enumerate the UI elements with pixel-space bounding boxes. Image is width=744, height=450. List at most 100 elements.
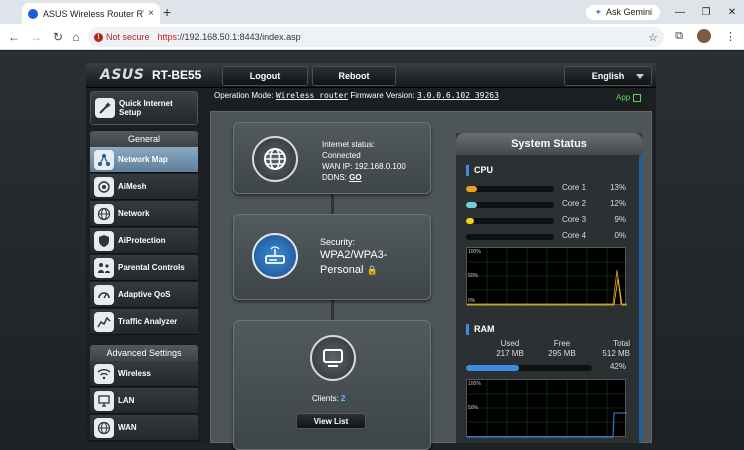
sidebar-item-aimesh[interactable]: AiMesh [90,174,198,200]
chevron-down-icon [636,74,644,79]
firmware-link[interactable]: 3.0.0.6.102_39263 [417,91,499,100]
clients-node[interactable]: Clients: 2 View List [233,320,431,450]
forward-icon[interactable]: → [28,29,44,45]
quick-internet-setup-label: Quick Internet Setup [119,99,173,117]
extensions-icon[interactable]: ⧉ [675,30,683,43]
not-secure-badge[interactable]: ! Not secure [94,32,158,42]
ask-gemini-button[interactable]: ✦ Ask Gemini [586,4,660,20]
clients-label: Clients: [312,394,339,403]
star-icon[interactable]: ☆ [648,31,658,44]
ddns-go-link[interactable]: GO [349,173,361,182]
sidebar-item-traffic-analyzer[interactable]: Traffic Analyzer [90,309,198,335]
home-icon[interactable]: ⌂ [68,29,84,45]
cpu-core-value: 13% [609,183,626,192]
new-tab-button[interactable]: + [163,4,171,20]
gauge-icon [94,284,114,305]
sidebar-item-parental-controls[interactable]: Parental Controls [90,255,198,281]
operation-mode-label: Operation Mode: [214,91,274,100]
sidebar-item-wan[interactable]: WAN [90,415,198,441]
warning-icon: ! [94,32,103,42]
cpu-core-label: Core 1 [562,183,587,192]
cpu-core-fill [466,186,478,192]
back-icon[interactable]: ← [6,29,22,45]
reboot-button[interactable]: Reboot [312,66,396,86]
router-node[interactable]: Security: WPA2/WPA3-Personal 🔒 [233,214,431,300]
view-list-button[interactable]: View List [296,413,366,429]
cpu-core-row: Core 3 9% [466,215,626,227]
browser-tab[interactable]: ASUS Wireless Router RT-BE55 × [22,3,160,24]
cpu-usage-graph: 100% 50% 0% [466,247,627,306]
clients-button[interactable] [310,335,356,381]
not-secure-label: Not secure [106,32,150,42]
cpu-graph-label-bottom: 0% [468,298,476,304]
cpu-core-value: 0% [614,231,626,240]
cpu-core-fill [466,218,474,224]
minimize-icon[interactable]: — [674,7,686,18]
app-label: App [616,93,631,102]
sidebar-item-adaptive-qos[interactable]: Adaptive QoS [90,282,198,308]
internet-globe-button[interactable] [252,136,298,182]
lock-icon: 🔒 [366,265,378,275]
menu-icon[interactable]: ⋮ [725,30,736,43]
system-status-panel: System Status CPU Core 1 13% Core 2 12% Core… [456,133,642,443]
sidebar-item-label: Parental Controls [118,263,185,272]
sidebar: Quick Internet Setup General Network Map… [90,91,198,443]
sidebar-item-network[interactable]: Network [90,201,198,227]
cpu-graph-label-top: 100% [468,249,481,255]
connector-line [331,192,334,214]
ram-free: Free 295 MB [536,339,588,359]
url-scheme: https [157,32,178,42]
cpu-core-row: Core 2 12% [466,199,626,211]
app-button[interactable]: App [616,93,642,102]
browser-toolbar: ← → ↻ ⌂ ! Not secure https ://192.168.50… [0,24,744,50]
reload-icon[interactable]: ↻ [50,29,66,45]
clients-info: Clients: 2 [312,393,345,404]
ram-usage-fill [466,365,519,371]
language-select[interactable]: English [564,66,652,86]
firmware-label: Firmware Version: [350,91,415,100]
cpu-graph-grid [467,248,627,306]
cpu-core-label: Core 2 [562,199,587,208]
clients-count[interactable]: 2 [341,394,345,403]
restore-icon[interactable]: ❐ [700,7,712,18]
ram-graph-label-top: 100% [468,381,481,387]
cpu-core-row: Core 1 13% [466,183,626,195]
cpu-core-bar [466,202,554,208]
sidebar-item-wireless[interactable]: Wireless [90,361,198,387]
sidebar-item-label: LAN [118,396,135,405]
logout-button[interactable]: Logout [222,66,308,86]
advanced-settings-header: Advanced Settings [90,345,198,361]
ram-title: RAM [466,324,495,335]
sidebar-item-network-map[interactable]: Network Map [90,147,198,173]
globe-icon [94,417,114,438]
cpu-core-bar [466,186,554,192]
tab-close-icon[interactable]: × [148,8,154,19]
ask-gemini-label: Ask Gemini [605,7,652,17]
ram-total-value: 512 MB [602,349,630,358]
toolbar-right: ⧉ ⋮ [675,29,736,43]
system-status-body: CPU Core 1 13% Core 2 12% Core 3 9% Core 4 0% 1… [456,155,642,443]
sidebar-item-label: AiMesh [118,182,147,191]
router-header: ASUS RT-BE55 Logout Reboot English [86,63,656,88]
globe-icon [94,203,114,224]
tab-title: ASUS Wireless Router RT-BE55 [43,8,144,19]
url-path: ://192.168.50.1:8443/index.asp [177,32,301,42]
ram-usage-row: 42% [466,362,626,374]
quick-internet-setup-button[interactable]: Quick Internet Setup [90,91,198,125]
cpu-core-label: Core 4 [562,231,587,240]
profile-avatar[interactable] [697,29,711,43]
cpu-core-value: 9% [614,215,626,224]
close-window-icon[interactable]: ✕ [726,7,738,18]
sidebar-item-aiprotection[interactable]: AiProtection [90,228,198,254]
ram-used-label: Used [500,339,520,348]
internet-node[interactable]: Internet status: Connected WAN IP: 192.1… [233,122,431,194]
address-bar[interactable]: ! Not secure https ://192.168.50.1:8443/… [88,27,664,47]
operation-mode-link[interactable]: Wireless router [276,91,348,100]
ddns-label: DDNS: [322,173,347,182]
router-button[interactable] [252,233,298,279]
wifi-icon [94,363,114,384]
lan-icon [94,390,114,411]
asus-favicon-icon [28,8,38,19]
cpu-core-value: 12% [609,199,626,208]
sidebar-item-lan[interactable]: LAN [90,388,198,414]
